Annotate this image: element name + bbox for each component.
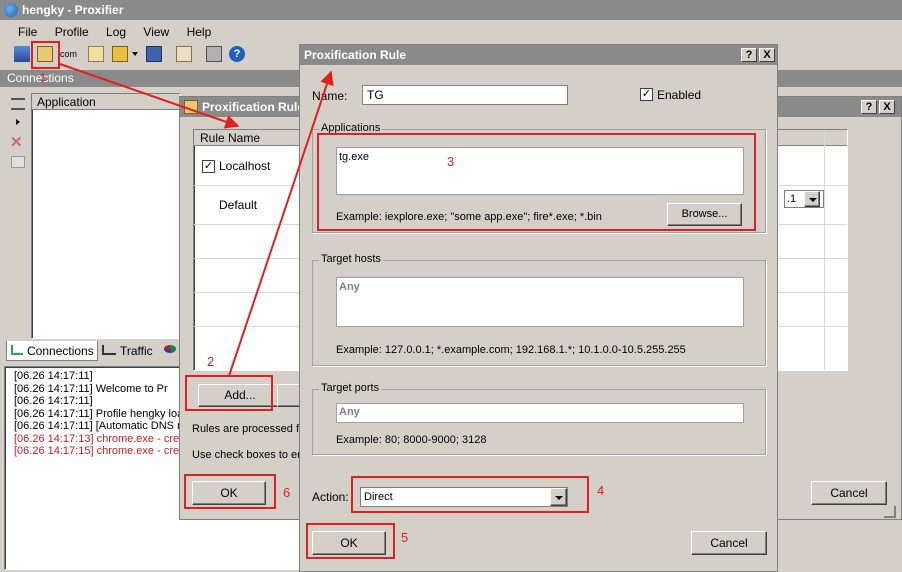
annotation-arrow-2 — [228, 70, 334, 377]
annotation-arrow-1 — [59, 63, 240, 129]
annotation-arrows — [59, 63, 334, 377]
